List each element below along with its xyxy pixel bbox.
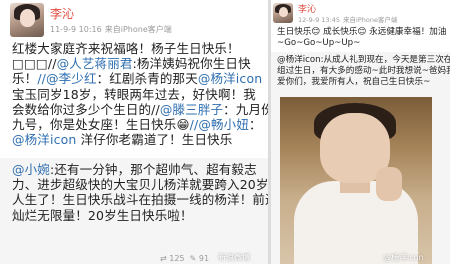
mention-link[interactable]: @滕三胖子 xyxy=(160,102,223,117)
mention-link[interactable]: @人艺蒋丽君 xyxy=(57,56,133,71)
post-line: ~Go~Go~Up~Up~ xyxy=(277,38,361,48)
post-line: 红楼大家庭齐来祝福咯！杨子生日快乐！ xyxy=(12,41,240,56)
avatar-face xyxy=(278,6,288,17)
post-meta: 12-9-9 13:45 来自iPhone客户端 xyxy=(298,14,397,24)
post-time: 12-9-9 13:45 xyxy=(298,16,341,24)
repost-line: 灿烂无限量！20岁生日快乐啦！ xyxy=(12,207,193,223)
author-avatar[interactable] xyxy=(10,3,44,37)
repost-line: 组过生日，有大多的感动~此时我想说~爸妈我 xyxy=(277,66,450,76)
post-time: 11-9-9 10:16 xyxy=(50,25,102,34)
mention-link[interactable]: @小婉 xyxy=(12,162,50,177)
post-line: 九号，你是处女座！生日快乐😁//@畅小妞： xyxy=(12,116,262,132)
avatar-face xyxy=(19,9,36,27)
post-line: 会数给你过多少个生日的//@滕三胖子：九月份的 xyxy=(12,101,268,117)
comment-count[interactable]: 91 xyxy=(199,254,209,263)
post-body: 生日快乐😊 成长快乐😊 永远健康幸福！加油 ~Go~Go~Up~Up~ xyxy=(277,27,446,49)
left-weibo-post: 李沁 11-9-9 10:16 来自iPhone客户端 红楼大家庭齐来祝福咯！杨子… xyxy=(0,0,268,264)
post-actions: ⇄ 125 ✎ 91 xyxy=(160,254,209,263)
post-line: □□□//@人艺蒋丽君:杨洋姨妈祝你生日快 xyxy=(12,56,251,72)
author-name[interactable]: 李沁 xyxy=(50,5,74,22)
repost-line: 人生了！生日快乐战斗在拍摄一线的杨洋！前途 xyxy=(12,192,268,208)
repost-line: @杨洋icon:从成人礼到现在，今天是第三次在剧 xyxy=(277,55,450,65)
mention-link[interactable]: @杨洋icon xyxy=(198,71,262,86)
repost-line: 力、进步超级快的大宝贝儿杨洋就要跨入20岁的 xyxy=(12,177,268,193)
mention-link[interactable]: @杨洋icon xyxy=(12,132,76,147)
watermark: 新浪微博 xyxy=(218,253,250,262)
repost-line: @小婉:还有一分钟，那个超帅气、超有毅志 xyxy=(12,162,257,177)
post-body: 红楼大家庭齐来祝福咯！杨子生日快乐！ □□□//@人艺蒋丽君:杨洋姨妈祝你生日快… xyxy=(12,41,268,147)
author-avatar[interactable] xyxy=(273,3,293,23)
repost-line: 爱你们，我爱所有人，祝自己生日快乐~ xyxy=(277,77,431,87)
repost-body: @杨洋icon:从成人礼到现在，今天是第三次在剧 组过生日，有大多的感动~此时我… xyxy=(277,55,450,88)
watermark: @杨洋icon xyxy=(383,253,424,262)
post-line: 生日快乐😊 成长快乐😊 永远健康幸福！加油 xyxy=(277,27,447,37)
post-line: @杨洋icon 洋仔你老霸道了！生日快乐 xyxy=(12,132,233,148)
repost-box: @小婉:还有一分钟，那个超帅气、超有毅志 力、进步超级快的大宝贝儿杨洋就要跨入2… xyxy=(0,158,268,264)
photo-hand xyxy=(376,167,402,201)
post-meta: 11-9-9 10:16 来自iPhone客户端 xyxy=(50,24,172,35)
post-line: 乐！//@李少红：红剧杀青的那天@杨洋icon xyxy=(12,71,263,87)
mention-link[interactable]: //@李少红 xyxy=(37,71,96,86)
comment-icon[interactable]: ✎ xyxy=(190,254,197,263)
forward-count[interactable]: 125 xyxy=(169,254,184,263)
mention-link[interactable]: //@畅小妞 xyxy=(190,117,249,132)
repost-body: @小婉:还有一分钟，那个超帅气、超有毅志 力、进步超级快的大宝贝儿杨洋就要跨入2… xyxy=(12,162,268,223)
post-source: 来自iPhone客户端 xyxy=(104,25,172,34)
right-weibo-post: 李沁 12-9-9 13:45 来自iPhone客户端 生日快乐😊 成长快乐😊 永… xyxy=(271,0,450,264)
post-line: 宝玉同岁18岁，转眼两年过去，好快啊！我 xyxy=(12,86,256,102)
post-source: 来自iPhone客户端 xyxy=(343,16,398,24)
forward-icon[interactable]: ⇄ xyxy=(160,254,167,263)
post-photo[interactable] xyxy=(280,97,432,264)
